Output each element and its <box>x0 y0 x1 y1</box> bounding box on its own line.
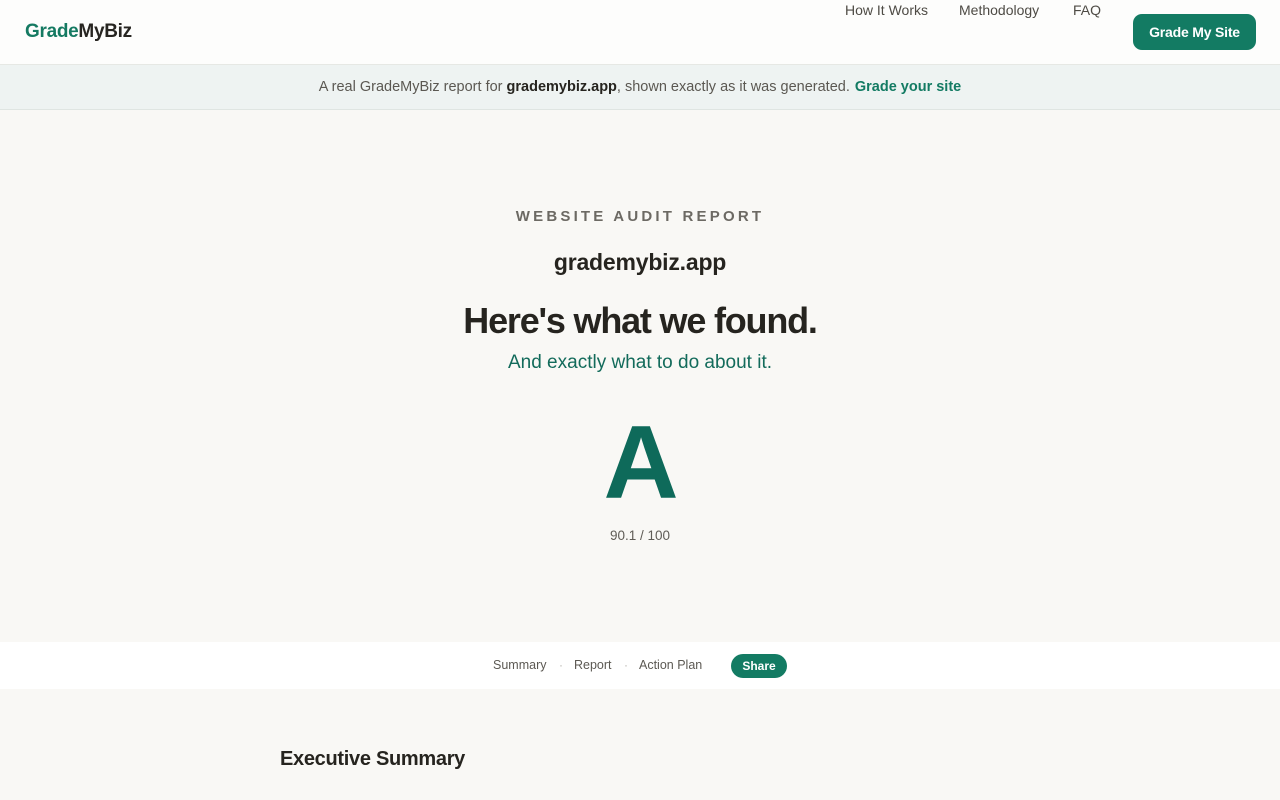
report-subhead: And exactly what to do about it. <box>507 352 773 373</box>
separator-dot: · <box>559 658 563 672</box>
executive-summary-heading: Executive Summary <box>280 748 465 770</box>
sample-report-banner: A real GradeMyBiz report for grademybiz.… <box>0 65 1280 110</box>
grade-your-site-link[interactable]: Grade your site <box>855 79 961 95</box>
report-headline: Here's what we found. <box>463 300 818 341</box>
overall-score: 90.1 / 100 <box>609 528 671 543</box>
section-link-report[interactable]: Report <box>574 657 612 674</box>
banner-prefix: A real GradeMyBiz report for <box>318 79 503 95</box>
nav-link-how-it-works[interactable]: How It Works <box>845 0 928 20</box>
separator-dot: · <box>624 658 628 672</box>
report-section-nav: Summary · Report · Action Plan Share <box>0 642 1280 689</box>
share-button[interactable]: Share <box>731 654 787 678</box>
banner-domain: grademybiz.app <box>506 79 617 95</box>
section-link-action-plan[interactable]: Action Plan <box>639 657 702 674</box>
logo-mybiz: MyBiz <box>78 21 132 42</box>
report-hero: WEBSITE AUDIT REPORT grademybiz.app Here… <box>0 110 1280 642</box>
logo-grade: Grade <box>25 21 79 42</box>
logo[interactable]: GradeMyBiz <box>25 20 132 44</box>
report-eyebrow: WEBSITE AUDIT REPORT <box>515 208 765 225</box>
nav-link-faq[interactable]: FAQ <box>1073 0 1101 20</box>
overall-grade: A <box>603 405 678 521</box>
top-navigation: GradeMyBiz How It Works Methodology FAQ … <box>0 0 1280 65</box>
report-domain: grademybiz.app <box>553 249 727 275</box>
banner-suffix: , shown exactly as it was generated. <box>616 79 850 95</box>
section-link-summary[interactable]: Summary <box>493 657 546 674</box>
nav-link-methodology[interactable]: Methodology <box>959 0 1039 20</box>
grade-my-site-button[interactable]: Grade My Site <box>1133 14 1256 50</box>
